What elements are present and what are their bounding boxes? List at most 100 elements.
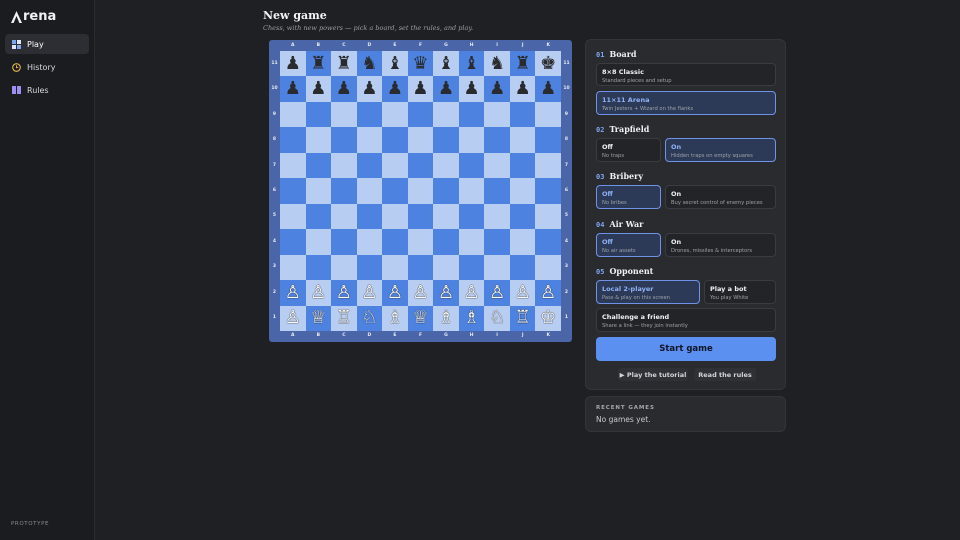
- board-square-h3[interactable]: [458, 254, 485, 281]
- board-square-a1[interactable]: ♙: [280, 305, 306, 331]
- sidebar-item-history[interactable]: History: [5, 57, 89, 77]
- black-piece[interactable]: ♝: [438, 54, 454, 73]
- trapfield-option-off[interactable]: Off No traps: [596, 138, 661, 162]
- black-piece[interactable]: ♟: [412, 80, 428, 98]
- board-square-d7[interactable]: [356, 152, 383, 179]
- board-square-e3[interactable]: [382, 254, 408, 281]
- board-square-k1[interactable]: ♔: [535, 305, 561, 331]
- white-piece[interactable]: ♙: [464, 283, 480, 302]
- board-square-h7[interactable]: [458, 152, 485, 179]
- board-square-e6[interactable]: [382, 178, 408, 204]
- white-piece[interactable]: ♖: [515, 309, 531, 327]
- white-piece[interactable]: ♙: [285, 283, 301, 302]
- board-square-i8[interactable]: [484, 127, 510, 153]
- board-square-e1[interactable]: ♗: [382, 305, 408, 331]
- board-square-i10[interactable]: ♟: [484, 76, 510, 102]
- board-square-j3[interactable]: [509, 254, 536, 281]
- board-square-b6[interactable]: [305, 178, 332, 204]
- board-square-e7[interactable]: [382, 152, 408, 179]
- bribery-option-on[interactable]: On Buy secret control of enemy pieces: [665, 185, 776, 209]
- board-square-c7[interactable]: [331, 152, 357, 179]
- board-square-d5[interactable]: [356, 203, 383, 230]
- board-square-f7[interactable]: [407, 152, 434, 179]
- board-square-j6[interactable]: [509, 178, 536, 204]
- board-square-h6[interactable]: [458, 178, 485, 204]
- board-square-h1[interactable]: ♗: [458, 305, 485, 331]
- board-square-i11[interactable]: ♞: [484, 51, 510, 77]
- board-square-c9[interactable]: [331, 101, 357, 128]
- board-square-c3[interactable]: [331, 254, 357, 281]
- board-square-b2[interactable]: ♙: [305, 280, 332, 306]
- board-square-e10[interactable]: ♟: [382, 76, 408, 102]
- white-piece[interactable]: ♔: [540, 309, 556, 327]
- sidebar-item-rules[interactable]: Rules: [5, 80, 89, 100]
- board-square-g6[interactable]: [433, 178, 459, 204]
- board-square-d9[interactable]: [356, 101, 383, 128]
- board-square-a10[interactable]: ♟: [280, 76, 306, 102]
- opponent-option-bot[interactable]: Play a bot You play White: [704, 280, 776, 304]
- board-square-k6[interactable]: [535, 178, 561, 204]
- black-piece[interactable]: ♟: [387, 80, 403, 98]
- board-square-g3[interactable]: [433, 254, 459, 281]
- board-square-f5[interactable]: [407, 203, 434, 230]
- board-square-b10[interactable]: ♟: [305, 76, 332, 102]
- board-square-g7[interactable]: [433, 152, 459, 179]
- board-square-j5[interactable]: [509, 203, 536, 230]
- white-piece[interactable]: ♘: [361, 309, 377, 327]
- black-piece[interactable]: ♟: [285, 80, 301, 98]
- board-square-j8[interactable]: [509, 127, 536, 153]
- board-square-i5[interactable]: [484, 203, 510, 230]
- board-square-h10[interactable]: ♟: [458, 76, 485, 102]
- board-square-a5[interactable]: [280, 203, 306, 230]
- board-square-e4[interactable]: [382, 229, 408, 255]
- board-square-c8[interactable]: [331, 127, 357, 153]
- board-square-d8[interactable]: [356, 127, 383, 153]
- board-square-d1[interactable]: ♘: [356, 305, 383, 331]
- board-square-f8[interactable]: [407, 127, 434, 153]
- board-square-h8[interactable]: [458, 127, 485, 153]
- board-option-classic[interactable]: 8×8 Classic Standard pieces and setup: [596, 63, 776, 86]
- black-piece[interactable]: ♜: [336, 54, 352, 73]
- board-square-g8[interactable]: [433, 127, 459, 153]
- app-logo[interactable]: rena: [11, 9, 56, 24]
- board-square-i9[interactable]: [484, 101, 510, 128]
- airwar-option-on[interactable]: On Drones, missiles & interceptors: [665, 233, 776, 257]
- bribery-option-off[interactable]: Off No bribes: [596, 185, 661, 209]
- board-square-j1[interactable]: ♖: [509, 305, 536, 331]
- play-tutorial-button[interactable]: ▶ Play the tutorial: [618, 368, 688, 381]
- white-piece[interactable]: ♕: [412, 309, 428, 327]
- board-square-g11[interactable]: ♝: [433, 51, 459, 77]
- black-piece[interactable]: ♟: [336, 80, 352, 98]
- board-square-h4[interactable]: [458, 229, 485, 255]
- board-square-a8[interactable]: [280, 127, 306, 153]
- board-square-j11[interactable]: ♜: [509, 51, 536, 77]
- board-square-f3[interactable]: [407, 254, 434, 281]
- board-square-a11[interactable]: ♟: [280, 51, 306, 77]
- sidebar-item-play[interactable]: Play: [5, 34, 89, 54]
- board-square-h9[interactable]: [458, 101, 485, 128]
- board-square-a3[interactable]: [280, 254, 306, 281]
- board-square-h5[interactable]: [458, 203, 485, 230]
- board-square-i4[interactable]: [484, 229, 510, 255]
- board-square-j9[interactable]: [509, 101, 536, 128]
- black-piece[interactable]: ♝: [387, 54, 403, 73]
- board-square-e11[interactable]: ♝: [382, 51, 408, 77]
- white-piece[interactable]: ♙: [540, 283, 556, 302]
- board-square-c2[interactable]: ♙: [331, 280, 357, 306]
- black-piece[interactable]: ♟: [464, 80, 480, 98]
- board-square-c11[interactable]: ♜: [331, 51, 357, 77]
- black-piece[interactable]: ♟: [438, 80, 454, 98]
- board-square-d4[interactable]: [356, 229, 383, 255]
- trapfield-option-on[interactable]: On Hidden traps on empty squares: [665, 138, 776, 162]
- board-square-k3[interactable]: [535, 254, 561, 281]
- board-square-i1[interactable]: ♘: [484, 305, 510, 331]
- board-square-d11[interactable]: ♞: [356, 51, 383, 77]
- white-piece[interactable]: ♙: [438, 283, 454, 302]
- board-square-e9[interactable]: [382, 101, 408, 128]
- white-piece[interactable]: ♙: [387, 283, 403, 302]
- board-square-b9[interactable]: [305, 101, 332, 128]
- board-square-b8[interactable]: [305, 127, 332, 153]
- opponent-option-friend[interactable]: Challenge a friend Share a link — they j…: [596, 308, 776, 332]
- black-piece[interactable]: ♛: [412, 54, 428, 73]
- board-square-i2[interactable]: ♙: [484, 280, 510, 306]
